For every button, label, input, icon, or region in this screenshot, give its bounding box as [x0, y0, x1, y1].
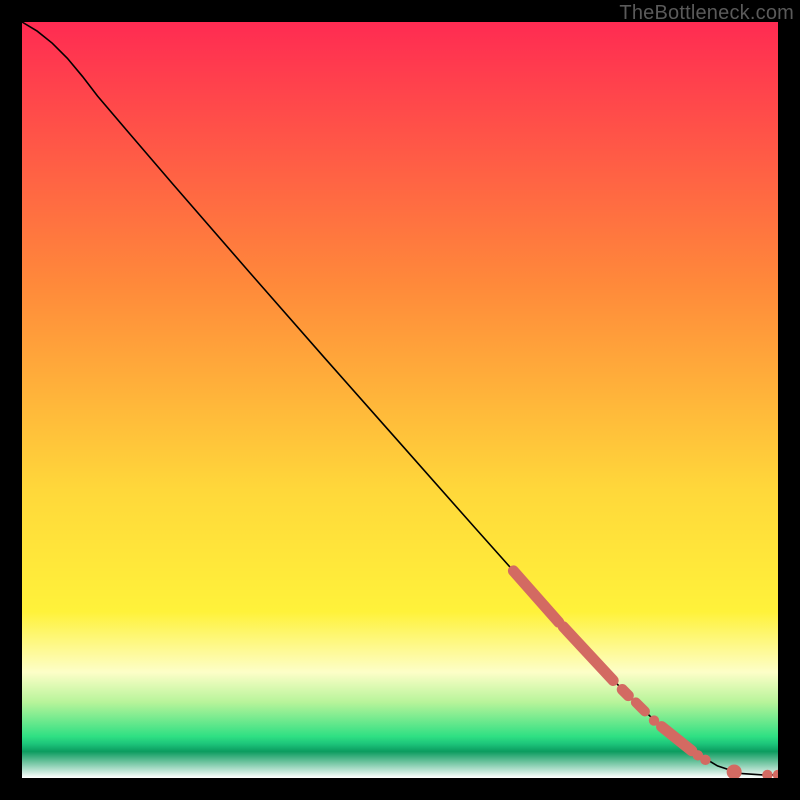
plot-area	[22, 22, 778, 778]
chart-frame: TheBottleneck.com	[0, 0, 800, 800]
gradient-background	[22, 22, 778, 778]
marker-segment	[636, 702, 645, 711]
watermark-label: TheBottleneck.com	[619, 2, 794, 25]
marker-segment	[622, 690, 628, 696]
marker-dot	[700, 755, 710, 765]
marker-dot	[649, 715, 659, 725]
chart-svg	[22, 22, 778, 778]
